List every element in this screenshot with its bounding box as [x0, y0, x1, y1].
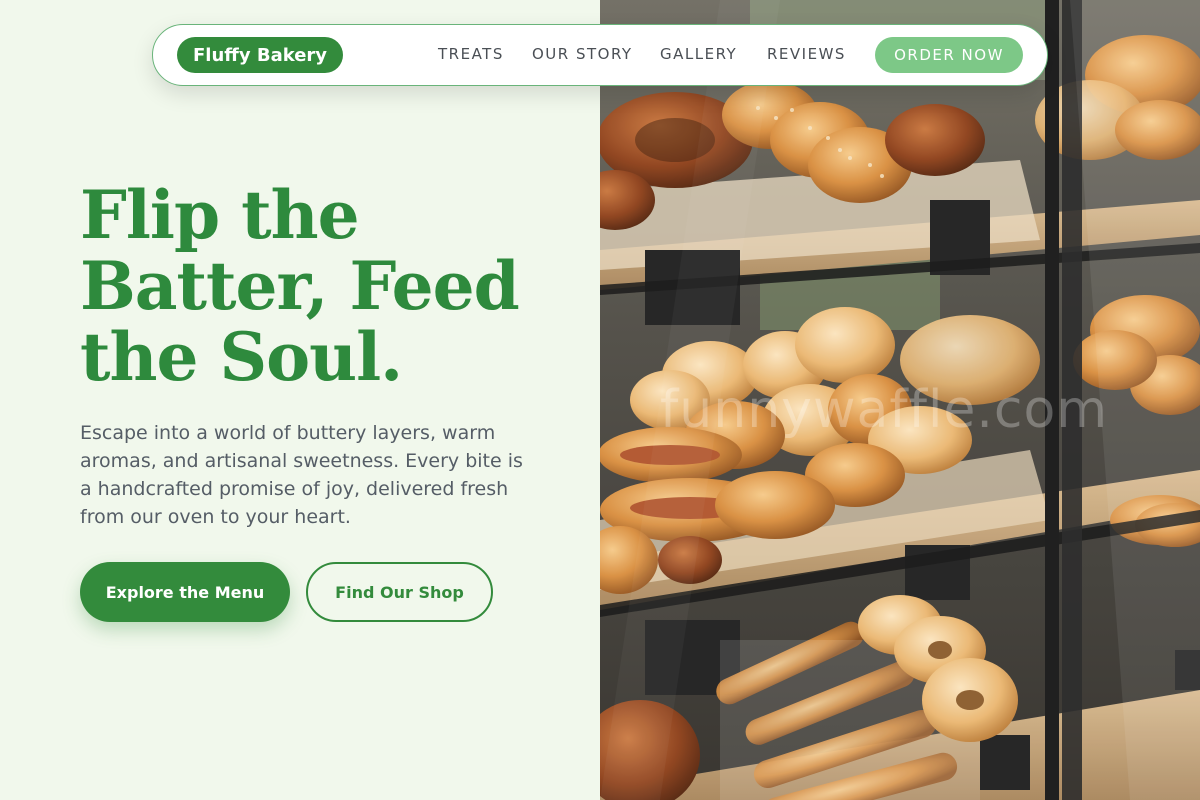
brand-logo[interactable]: Fluffy Bakery: [177, 37, 344, 73]
nav-link-treats[interactable]: TREATS: [438, 45, 504, 63]
explore-menu-button[interactable]: Explore the Menu: [80, 562, 290, 622]
top-navigation: Fluffy Bakery TREATS OUR STORY GALLERY R…: [152, 24, 1048, 86]
nav-link-gallery[interactable]: GALLERY: [660, 45, 737, 63]
photo-watermark: funnywaffle.com: [660, 380, 1108, 440]
order-now-button[interactable]: ORDER NOW: [875, 37, 1023, 73]
bakery-display-photo: funnywaffle.com: [600, 0, 1200, 800]
nav-link-reviews[interactable]: REVIEWS: [767, 45, 846, 63]
hero-headline: Flip the Batter, Feed the Soul.: [80, 176, 520, 396]
hero-left-panel: Flip the Batter, Feed the Soul. Escape i…: [0, 0, 600, 800]
hero-tagline: Escape into a world of buttery layers, w…: [80, 422, 523, 528]
nav-link-our-story[interactable]: OUR STORY: [532, 45, 633, 63]
find-shop-button[interactable]: Find Our Shop: [306, 562, 493, 622]
